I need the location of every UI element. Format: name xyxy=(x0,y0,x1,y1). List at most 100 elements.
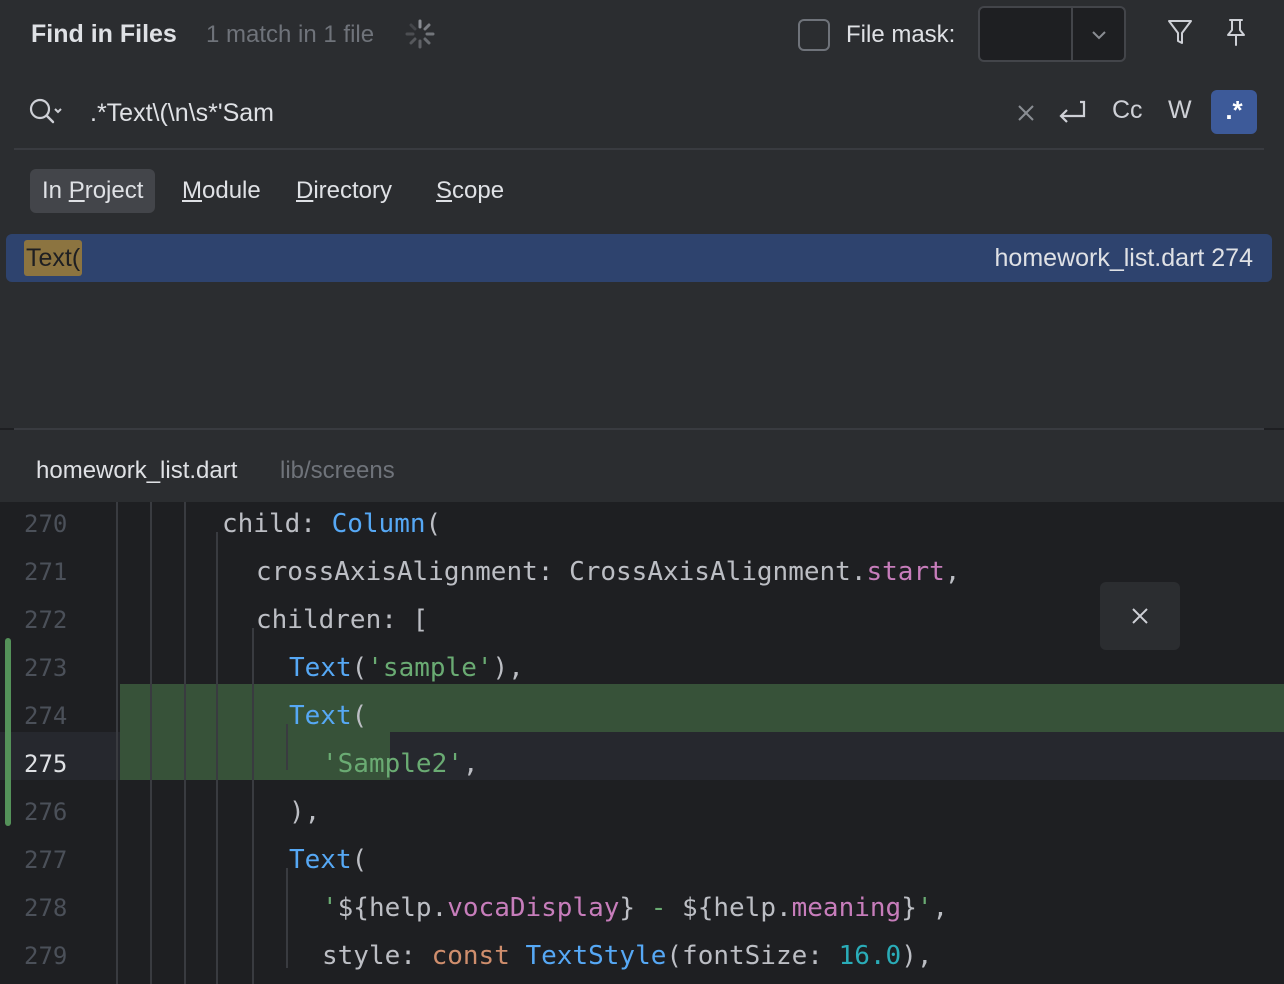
code-token: crossAxisAlignment: CrossAxisAlignment. xyxy=(256,557,867,587)
indent-guide xyxy=(184,502,186,984)
line-number: 275 xyxy=(24,750,68,778)
code-token: children: [ xyxy=(256,605,429,635)
line-number: 270 xyxy=(24,510,68,538)
preview-file-name: homework_list.dart xyxy=(36,457,238,484)
code-token: ' xyxy=(322,893,338,923)
code-token: ), xyxy=(901,941,933,971)
line-number: 279 xyxy=(24,942,68,970)
combo-divider xyxy=(1071,8,1073,60)
code-token: Column xyxy=(331,509,426,539)
result-match-text: Text( xyxy=(24,240,83,276)
line-number: 271 xyxy=(24,558,68,586)
match-case-button[interactable]: Cc xyxy=(1112,96,1143,125)
mnemonic-letter: M xyxy=(182,177,202,204)
code-line: Text( xyxy=(289,692,367,740)
code-token: 16.0 xyxy=(838,941,902,971)
close-icon xyxy=(1132,608,1148,624)
code-token: - xyxy=(635,893,683,923)
tab-scope[interactable]: Scope xyxy=(436,169,504,213)
code-token: 'sample' xyxy=(367,653,493,683)
line-number: 273 xyxy=(24,654,68,682)
code-token: , xyxy=(462,749,479,779)
filter-icon[interactable] xyxy=(1166,16,1194,48)
indent-guide xyxy=(150,502,152,984)
code-token: } xyxy=(619,893,636,923)
line-number: 274 xyxy=(24,702,68,730)
gutter-border xyxy=(116,502,118,984)
code-token: ), xyxy=(492,653,524,683)
code-token: ${help. xyxy=(682,893,792,923)
code-token: ${help. xyxy=(337,893,448,923)
preview-file-path: lib/screens xyxy=(280,457,395,484)
code-token: Text xyxy=(289,845,352,875)
code-token: } xyxy=(901,893,917,923)
tab-in-project[interactable]: In Project xyxy=(30,169,156,213)
code-token: Text xyxy=(289,701,352,731)
tab-module[interactable]: Module xyxy=(182,169,261,213)
code-token: const xyxy=(431,941,526,971)
code-line: children: [ xyxy=(256,596,428,644)
code-token: meaning xyxy=(791,893,902,923)
file-mask-combo[interactable] xyxy=(978,6,1126,62)
line-number: 272 xyxy=(24,606,68,634)
clear-search-icon[interactable] xyxy=(1014,101,1038,125)
tab-module-label: Module xyxy=(182,177,261,204)
pin-icon[interactable] xyxy=(1222,16,1250,48)
code-token: , xyxy=(944,557,961,587)
code-token: 'Sample2' xyxy=(322,749,463,779)
indent-guide xyxy=(252,628,254,984)
code-line: '${help.vocaDisplay} - ${help.meaning}', xyxy=(322,884,948,932)
line-number: 280 xyxy=(24,980,84,984)
code-line: ), xyxy=(289,980,320,984)
code-token: vocaDisplay xyxy=(447,893,620,923)
code-token: ' xyxy=(916,893,933,923)
code-token: ( xyxy=(425,509,442,539)
indent-guide xyxy=(286,868,288,968)
mnemonic-letter: S xyxy=(436,177,453,204)
code-line: style: const TextStyle(fontSize: 16.0), xyxy=(322,932,933,980)
code-line: Text( xyxy=(289,836,367,884)
code-line: ), xyxy=(289,788,320,836)
code-token: start xyxy=(866,557,945,587)
code-token: ( xyxy=(351,653,368,683)
tab-scope-label: Scope xyxy=(436,177,505,204)
code-token: ( xyxy=(351,701,368,731)
code-token: child: xyxy=(222,509,332,539)
line-number: 277 xyxy=(24,846,68,874)
tab-in-project-label: In Project xyxy=(42,177,144,204)
code-preview[interactable]: 270 child: Column(271 crossAxisAlignment: … xyxy=(0,502,1284,984)
whole-words-button[interactable]: W xyxy=(1168,96,1192,125)
search-icon[interactable] xyxy=(26,94,66,128)
code-token: (fontSize: xyxy=(666,941,839,971)
loading-spinner-icon xyxy=(405,19,435,49)
change-marker xyxy=(5,638,11,826)
code-token: ), xyxy=(289,797,321,827)
code-line: 'Sample2', xyxy=(322,740,479,788)
chevron-down-icon[interactable] xyxy=(1088,24,1110,46)
line-number: 276 xyxy=(24,798,68,826)
search-input[interactable] xyxy=(90,96,990,130)
regex-button[interactable]: .* xyxy=(1211,90,1257,134)
tab-directory[interactable]: Directory xyxy=(296,169,392,213)
code-token: ( xyxy=(351,845,368,875)
match-count: 1 match in 1 file xyxy=(206,21,375,48)
tab-directory-label: Directory xyxy=(296,177,393,204)
file-mask-label: File mask: xyxy=(846,21,956,48)
code-line: child: Column( xyxy=(222,502,441,548)
result-location: homework_list.dart 274 xyxy=(994,244,1253,272)
dialog-title: Find in Files xyxy=(31,20,177,48)
close-preview-button[interactable] xyxy=(1100,582,1180,650)
indent-guide xyxy=(286,724,288,770)
mnemonic-letter: P xyxy=(68,177,85,204)
code-token: Text xyxy=(289,653,352,683)
code-token: TextStyle xyxy=(525,941,667,971)
line-number: 278 xyxy=(24,894,68,922)
code-line: Text('sample'), xyxy=(289,644,524,692)
indent-guide xyxy=(216,532,218,984)
code-token: , xyxy=(932,893,949,923)
file-mask-checkbox[interactable] xyxy=(798,19,830,51)
code-token: style: xyxy=(322,941,432,971)
mnemonic-letter: D xyxy=(296,177,314,204)
newline-icon[interactable] xyxy=(1054,96,1088,130)
code-line: crossAxisAlignment: CrossAxisAlignment.s… xyxy=(256,548,960,596)
